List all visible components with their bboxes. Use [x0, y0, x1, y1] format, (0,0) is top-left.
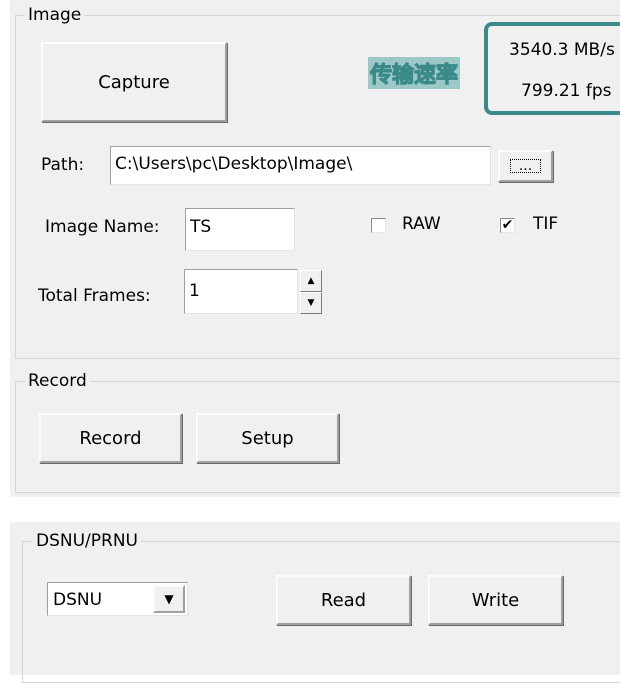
raw-checkbox[interactable]	[371, 218, 386, 233]
check-mark-icon: ✔	[501, 217, 514, 233]
tif-label: TIF	[533, 214, 559, 234]
total-frames-input[interactable]: 1	[184, 269, 298, 314]
dsnu-select[interactable]: DSNU ▼	[47, 582, 188, 616]
raw-label: RAW	[402, 214, 441, 234]
tif-checkbox[interactable]: ✔	[500, 218, 515, 233]
frame-rate-value: 799.21 fps	[521, 81, 612, 101]
dsnu-dropdown-button[interactable]: ▼	[153, 585, 185, 613]
spin-down-button[interactable]: ▼	[300, 292, 322, 314]
main-panel: Image Capture 传输速率 3540.3 MB/s 799.21 fp…	[10, 0, 620, 497]
browse-button[interactable]: ...	[498, 150, 553, 182]
spin-up-button[interactable]: ▲	[300, 270, 322, 292]
dsnu-panel: DSNU/PRNU DSNU ▼ Read Write	[10, 522, 620, 683]
capture-button[interactable]: Capture	[41, 42, 227, 122]
record-group-title: Record	[25, 371, 90, 391]
image-name-input[interactable]: TS	[185, 208, 295, 251]
record-button[interactable]: Record	[39, 413, 182, 463]
transfer-rate-box: 3540.3 MB/s 799.21 fps	[484, 22, 620, 115]
read-button[interactable]: Read	[276, 575, 411, 625]
dsnu-select-value: DSNU	[53, 590, 103, 610]
path-input[interactable]: C:\Users\pc\Desktop\Image\	[110, 146, 491, 185]
path-label: Path:	[41, 155, 85, 175]
transfer-speed-value: 3540.3 MB/s	[509, 40, 615, 60]
chevron-down-icon: ▼	[164, 592, 174, 606]
total-frames-label: Total Frames:	[38, 286, 151, 306]
setup-button[interactable]: Setup	[196, 413, 339, 463]
browse-label: ...	[509, 159, 542, 173]
spin-down-icon: ▼	[307, 298, 315, 308]
write-button[interactable]: Write	[428, 575, 563, 625]
spin-up-icon: ▲	[307, 276, 315, 286]
transfer-rate-label: 传输速率	[368, 57, 461, 89]
image-group-title: Image	[25, 5, 85, 25]
image-name-label: Image Name:	[45, 217, 160, 237]
dsnu-group-title: DSNU/PRNU	[33, 531, 141, 551]
